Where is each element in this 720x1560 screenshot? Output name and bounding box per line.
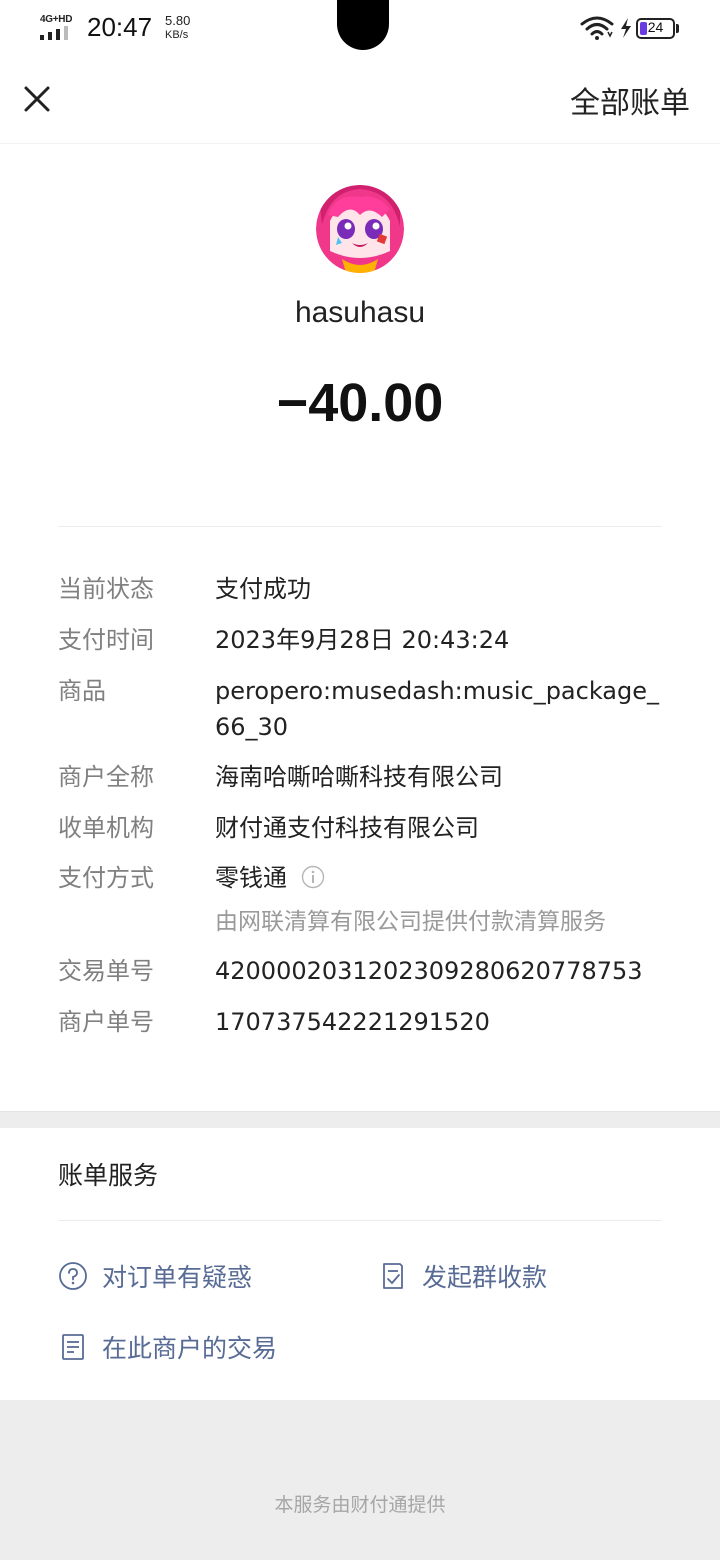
top-navigation: 全部账单 — [0, 56, 720, 144]
footer: 本服务由财付通提供 — [0, 1400, 720, 1560]
detail-label: 收单机构 — [58, 814, 154, 842]
detail-value: 财付通支付科技有限公司 — [215, 814, 479, 842]
divider — [58, 526, 662, 527]
battery-tip — [676, 24, 679, 33]
merchant-name: hasuhasu — [294, 296, 426, 329]
checklist-icon — [383, 1263, 403, 1289]
charging-bolt-icon — [621, 18, 631, 38]
network-speed-unit: KB/s — [165, 29, 189, 41]
document-icon — [62, 1334, 84, 1360]
merchant-avatar — [316, 185, 404, 273]
service-label: 在此商户的交易 — [102, 1334, 278, 1363]
clock: 20:47 — [87, 12, 153, 42]
detail-label: 商户全称 — [58, 763, 154, 791]
battery-level-text: 24 — [647, 19, 664, 35]
wifi-icon — [580, 16, 614, 40]
payment-method-value: 零钱通 — [215, 864, 287, 892]
detail-label: 交易单号 — [58, 957, 154, 985]
signal-bars-icon — [40, 26, 68, 40]
detail-value: 2023年9月28日 20:43:24 — [215, 626, 510, 654]
network-speed: 5.80 KB/s — [165, 14, 190, 42]
detail-label: 商户单号 — [58, 1008, 154, 1036]
status-bar: 4G+HD 20:47 5.80 KB/s 24 — [0, 0, 720, 56]
detail-label: 支付时间 — [58, 626, 154, 654]
network-type-label: 4G+HD — [40, 14, 73, 25]
service-label: 发起群收款 — [422, 1263, 548, 1292]
merchant-transactions-link[interactable]: 在此商户的交易 — [58, 1327, 277, 1367]
detail-value[interactable]: 170737542221291520 — [215, 1004, 665, 1040]
bill-services-title: 账单服务 — [58, 1161, 159, 1190]
order-question-link[interactable]: 对订单有疑惑 — [58, 1256, 252, 1296]
service-label: 对订单有疑惑 — [102, 1263, 253, 1292]
detail-value: peropero:musedash:music_package_66_30 — [215, 677, 660, 741]
divider — [58, 1220, 662, 1221]
detail-label: 当前状态 — [58, 575, 154, 603]
section-separator — [0, 1111, 720, 1128]
detail-value[interactable]: 4200002031202309280620778753 — [215, 953, 665, 989]
cellular-signal: 4G+HD — [40, 14, 76, 40]
all-bills-button[interactable]: 全部账单 — [570, 78, 690, 122]
footer-provider-text: 本服务由财付通提供 — [274, 1494, 446, 1516]
payment-amount: −40.00 — [276, 373, 444, 433]
info-icon[interactable] — [301, 865, 325, 889]
question-circle-icon — [59, 1262, 87, 1290]
camera-notch — [337, 0, 389, 50]
network-speed-value: 5.80 — [165, 13, 191, 28]
battery-indicator: 24 — [636, 18, 680, 39]
clearing-service-note: 由网联清算有限公司提供付款清算服务 — [215, 909, 606, 935]
detail-label: 商品 — [58, 677, 106, 705]
close-icon[interactable] — [18, 80, 56, 118]
detail-value: 零钱通 — [215, 860, 665, 896]
group-collection-link[interactable]: 发起群收款 — [378, 1256, 547, 1296]
detail-value: 海南哈嘶哈嘶科技有限公司 — [215, 763, 503, 791]
detail-value: 支付成功 — [215, 575, 311, 603]
detail-label: 支付方式 — [58, 864, 154, 892]
